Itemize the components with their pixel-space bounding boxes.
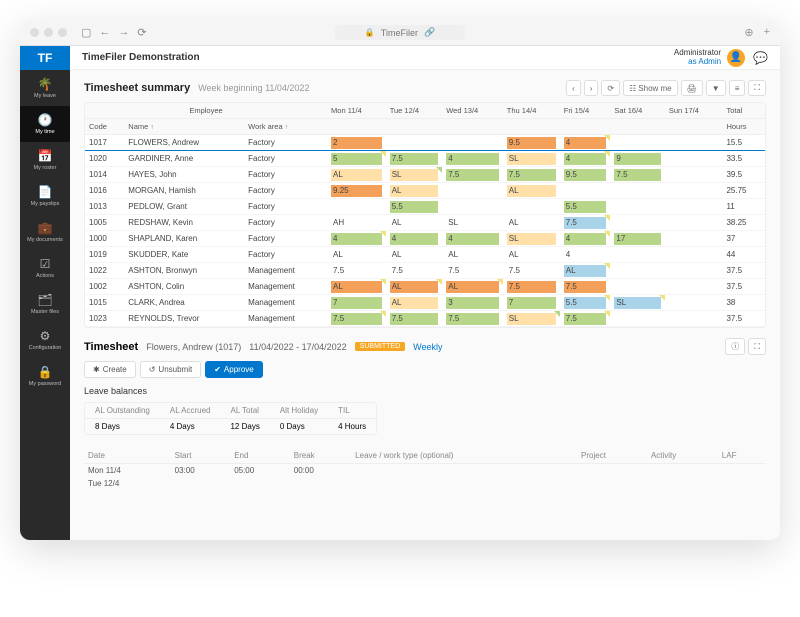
table-row[interactable]: 1000SHAPLAND, KarenFactory444SL41737 [85,231,765,247]
unsubmit-button[interactable]: ↺Unsubmit [140,361,202,378]
lock-icon: 🔒 [365,28,375,37]
table-row[interactable]: 1023REYNOLDS, TrevorManagement7.57.57.5S… [85,311,765,327]
nav-item-master-files[interactable]: 🗂Master files [20,286,70,322]
nav-item-configuration[interactable]: ⚙Configuration [20,322,70,358]
files-icon: 🗂 [37,293,52,307]
expand-button[interactable]: ⛶ [748,80,766,96]
refresh-button[interactable]: ⟳ [601,80,620,96]
reload-icon[interactable]: ⟳ [137,26,146,39]
lock-icon: 🔒 [38,365,53,379]
sidebar: TF 🌴My leave🕐My time📅My roster📄My paysli… [20,46,70,540]
entries-table: DateStartEndBreakLeave / work type (opti… [84,448,766,490]
detail-title: Timesheet [84,341,138,353]
nav-item-my-payslips[interactable]: 📄My payslips [20,178,70,214]
list-button[interactable]: ≡ [729,80,746,96]
summary-subtitle: Week beginning 11/04/2022 [198,83,309,93]
summary-grid: Employee Mon 11/4Tue 12/4Wed 13/4Thu 14/… [85,103,765,327]
briefcase-icon: 💼 [38,221,53,235]
forward-icon[interactable]: → [118,26,129,39]
group-header-employee: Employee [85,103,327,119]
table-row[interactable]: 1022ASHTON, BronwynManagement7.57.57.57.… [85,263,765,279]
table-row[interactable]: 1017FLOWERS, AndrewFactory29.5415.5 [85,135,765,151]
new-tab-icon[interactable]: + [764,26,770,39]
url-label: TimeFiler [381,28,418,38]
back-icon[interactable]: ← [99,26,110,39]
user-role: as Admin [674,58,721,67]
status-badge: Submitted [355,342,405,351]
chat-icon[interactable]: 💬 [753,51,768,65]
filter-button[interactable]: ▼ [706,80,726,96]
entry-row[interactable]: Tue 12/4 [84,477,766,490]
mode-link[interactable]: Weekly [413,342,442,352]
summary-title: Timesheet summary [84,82,190,94]
prev-button[interactable]: ‹ [566,80,581,96]
info-button[interactable]: ⓘ [725,338,745,355]
table-row[interactable]: 1019SKUDDER, KateFactoryALALALAL444 [85,247,765,263]
approve-button[interactable]: ✔Approve [205,361,263,378]
topbar: TimeFiler Demonstration Administrator as… [70,46,780,70]
detail-employee: Flowers, Andrew (1017) [146,342,241,352]
download-icon[interactable]: ⊕ [744,26,753,39]
table-row[interactable]: 1002ASHTON, ColinManagementALALAL7.57.53… [85,279,765,295]
balances-table: AL OutstandingAL AccruedAL TotalAlt Holi… [84,402,377,435]
showme-button[interactable]: ☷Show me [623,80,678,96]
col-name[interactable]: Name ↑ [124,119,244,135]
clock-icon: 🕐 [38,113,53,127]
nav-item-my-documents[interactable]: 💼My documents [20,214,70,250]
logo: TF [20,46,70,70]
table-row[interactable]: 1016MORGAN, HamishFactory9.25ALAL25.75 [85,183,765,199]
palm-icon: 🌴 [38,77,53,91]
balances-title: Leave balances [84,386,766,396]
tasks-icon: ☑ [40,257,51,271]
nav-item-my-time[interactable]: 🕐My time [20,106,70,142]
nav-item-my-roster[interactable]: 📅My roster [20,142,70,178]
detail-expand-button[interactable]: ⛶ [748,338,766,355]
app-title: TimeFiler Demonstration [82,52,200,63]
address-bar[interactable]: 🔒 TimeFiler 🔗 [335,25,465,40]
calendar-icon: 📅 [38,149,53,163]
table-row[interactable]: 1014HAYES, JohnFactoryALSL7.57.59.57.539… [85,167,765,183]
col-total[interactable]: Total [722,103,765,119]
gear-icon: ⚙ [40,329,51,343]
nav-item-my-leave[interactable]: 🌴My leave [20,70,70,106]
col-code[interactable]: Code [85,119,124,135]
nav-item-my-password[interactable]: 🔒My password [20,358,70,394]
table-row[interactable]: 1013PEDLOW, GrantFactory5.55.511 [85,199,765,215]
table-row[interactable]: 1005REDSHAW, KevinFactoryAHALSLAL7.538.2… [85,215,765,231]
nav-item-actions[interactable]: ☑Actions [20,250,70,286]
link-icon: 🔗 [424,27,435,38]
traffic-lights [30,28,67,37]
avatar[interactable]: 👤 [727,49,745,67]
print-button[interactable]: 🖨 [681,80,703,96]
list-icon: 📄 [38,185,53,199]
table-row[interactable]: 1015CLARK, AndreaManagement7AL375.5SL38 [85,295,765,311]
table-row[interactable]: 1020GARDINER, AnneFactory57.54SL4933.5 [85,151,765,167]
sidebar-toggle-icon[interactable]: ▢ [81,26,91,39]
detail-range: 11/04/2022 - 17/04/2022 [249,342,346,352]
user-block[interactable]: Administrator as Admin [674,49,721,67]
col-workarea[interactable]: Work area ↑ [244,119,327,135]
create-button[interactable]: ✱Create [84,361,136,378]
next-button[interactable]: › [584,80,599,96]
entry-row[interactable]: Mon 11/403:0005:0000:00 [84,464,766,478]
col-hours[interactable]: Hours [722,119,765,135]
window-titlebar: ▢ ← → ⟳ 🔒 TimeFiler 🔗 ⊕ + [20,20,780,46]
